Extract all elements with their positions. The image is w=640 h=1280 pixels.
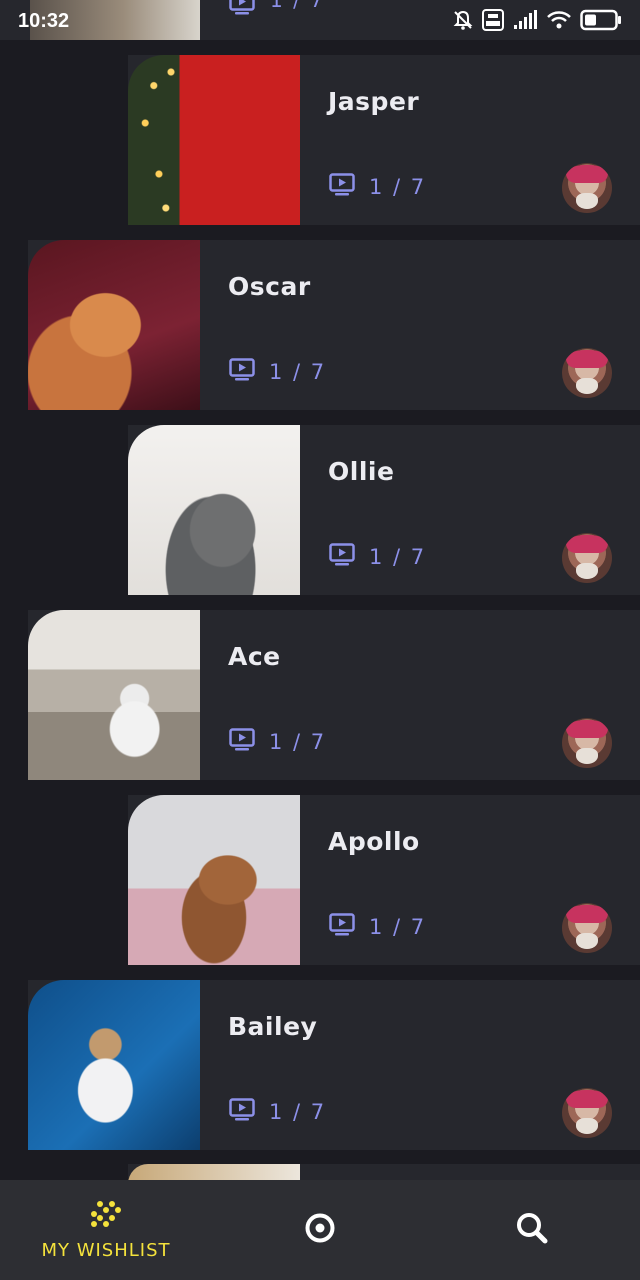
list-item-apollo[interactable]: Apollo 1 / 7 [0, 795, 640, 965]
avatar[interactable] [562, 163, 612, 213]
search-icon [515, 1211, 549, 1249]
dog-thumbnail [28, 610, 200, 780]
progress-meta: 1 / 7 [329, 913, 426, 941]
progress-meta: 1 / 7 [329, 173, 426, 201]
bell-off-icon [452, 9, 474, 31]
target-icon [304, 1212, 336, 1248]
avatar[interactable] [562, 718, 612, 768]
list-item-ace[interactable]: Ace 1 / 7 [0, 610, 640, 780]
list-item-bailey[interactable]: Bailey 1 / 7 [0, 980, 640, 1150]
pet-name: Ollie [328, 457, 395, 486]
avatar[interactable] [562, 533, 612, 583]
nav-label: MY WISHLIST [41, 1239, 171, 1261]
pet-name: Jasper [328, 87, 420, 116]
status-bar: 10:32 [0, 0, 640, 42]
wifi-icon [546, 10, 572, 30]
play-screen-icon [329, 173, 355, 201]
nav-target[interactable] [280, 1180, 360, 1280]
avatar[interactable] [562, 903, 612, 953]
battery-icon [580, 9, 622, 31]
dog-thumbnail [28, 980, 200, 1150]
dog-thumbnail [128, 795, 300, 965]
progress-count: 1 / 7 [369, 915, 427, 939]
pet-name: Oscar [228, 272, 311, 301]
avatar[interactable] [562, 1088, 612, 1138]
progress-count: 1 / 7 [269, 730, 327, 754]
play-screen-icon [329, 913, 355, 941]
cat-thumbnail [128, 425, 300, 595]
pet-name: Apollo [328, 827, 420, 856]
progress-count: 1 / 7 [269, 360, 327, 384]
status-icons [452, 9, 622, 31]
volte-icon [482, 9, 504, 31]
progress-meta: 1 / 7 [229, 358, 326, 386]
pet-name: Ace [228, 642, 281, 671]
cat-thumbnail [128, 55, 300, 225]
play-screen-icon [229, 358, 255, 386]
nav-search[interactable] [492, 1180, 572, 1280]
list-item-jasper[interactable]: Jasper 1 / 7 [0, 55, 640, 225]
list-item-ollie[interactable]: Ollie 1 / 7 [0, 425, 640, 595]
progress-count: 1 / 7 [269, 1100, 327, 1124]
avatar[interactable] [562, 348, 612, 398]
play-screen-icon [329, 543, 355, 571]
progress-meta: 1 / 7 [329, 543, 426, 571]
dots-grid-icon [90, 1200, 122, 1232]
progress-count: 1 / 7 [369, 175, 427, 199]
cat-thumbnail [28, 240, 200, 410]
progress-count: 1 / 7 [369, 545, 427, 569]
play-screen-icon [229, 728, 255, 756]
play-screen-icon [229, 1098, 255, 1126]
progress-meta: 1 / 7 [229, 1098, 326, 1126]
status-time: 10:32 [18, 10, 70, 32]
nav-my-wishlist[interactable]: MY WISHLIST [20, 1180, 192, 1280]
pet-name: Bailey [228, 1012, 318, 1041]
bottom-navigation: MY WISHLIST [0, 1180, 640, 1280]
signal-icon [512, 10, 538, 30]
list-item-oscar[interactable]: Oscar 1 / 7 [0, 240, 640, 410]
progress-meta: 1 / 7 [229, 728, 326, 756]
